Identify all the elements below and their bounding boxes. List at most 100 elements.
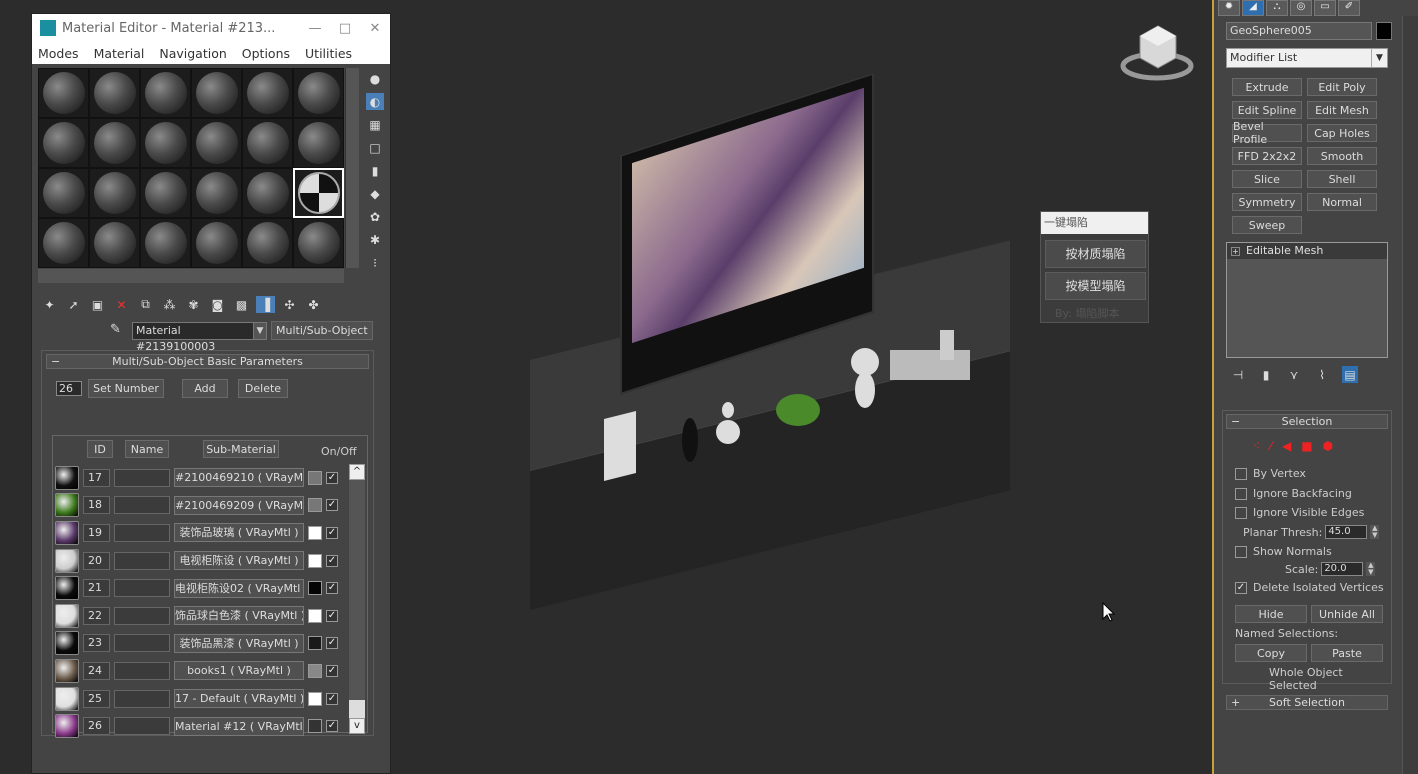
- sample-slot[interactable]: [89, 168, 140, 218]
- sample-slot[interactable]: [242, 118, 293, 168]
- sub-material-id-field[interactable]: 23: [83, 634, 110, 653]
- sample-vertical-scrollbar[interactable]: [345, 68, 359, 268]
- sub-material-id-field[interactable]: 25: [83, 689, 110, 708]
- edge-level-icon[interactable]: ⁄: [1270, 439, 1272, 453]
- sub-material-name-field[interactable]: [114, 606, 170, 625]
- sample-slot[interactable]: [89, 68, 140, 118]
- put-to-library-icon[interactable]: ✾: [184, 296, 203, 313]
- modifier-list-dropdown[interactable]: Modifier List ▼: [1226, 48, 1388, 68]
- sample-slot[interactable]: [38, 168, 89, 218]
- sample-slot[interactable]: [293, 218, 344, 268]
- sub-material-name-field[interactable]: [114, 523, 170, 542]
- utilities-tab-icon[interactable]: ✐: [1338, 0, 1360, 16]
- sub-material-swatch[interactable]: [55, 658, 79, 683]
- chevron-down-icon[interactable]: ▼: [253, 321, 267, 340]
- collapse-by-material-button[interactable]: 按材质塌陷: [1045, 240, 1146, 268]
- sample-slot[interactable]: [38, 118, 89, 168]
- modifier-button-extrude[interactable]: Extrude: [1232, 78, 1302, 96]
- sub-material-name-field[interactable]: [114, 496, 170, 515]
- sub-material-name-field[interactable]: [114, 579, 170, 598]
- sub-material-on-checkbox[interactable]: ✓: [326, 609, 338, 622]
- normal-scale-field[interactable]: 20.0: [1321, 562, 1364, 576]
- sample-slot[interactable]: [140, 118, 191, 168]
- sub-material-name-field[interactable]: [114, 661, 170, 680]
- show-end-result-icon[interactable]: ▮: [1258, 366, 1274, 383]
- face-level-icon[interactable]: ◀: [1282, 439, 1291, 453]
- modify-tab-icon[interactable]: ◢: [1242, 0, 1264, 16]
- modifier-button-edit-mesh[interactable]: Edit Mesh: [1307, 101, 1377, 119]
- polygon-level-icon[interactable]: ■: [1301, 439, 1312, 453]
- backlight-icon[interactable]: ◐: [366, 93, 384, 110]
- sub-material-button[interactable]: Material #12 ( VRayMtl ): [174, 716, 304, 736]
- sub-material-color-swatch[interactable]: [308, 470, 322, 485]
- make-unique-icon[interactable]: ⁂: [160, 296, 179, 313]
- sub-material-name-field[interactable]: [114, 717, 170, 736]
- make-unique-icon[interactable]: ⋎: [1286, 366, 1302, 383]
- modifier-button-bevel-profile[interactable]: Bevel Profile: [1232, 120, 1302, 146]
- modifier-stack[interactable]: + Editable Mesh: [1226, 242, 1388, 358]
- pin-stack-icon[interactable]: ⊣: [1230, 366, 1246, 383]
- menu-utilities[interactable]: Utilities: [305, 46, 352, 61]
- menu-navigation[interactable]: Navigation: [159, 46, 226, 61]
- ignore-backfacing-row[interactable]: Ignore Backfacing: [1235, 487, 1352, 500]
- remove-modifier-icon[interactable]: ⌇: [1314, 366, 1330, 383]
- show-end-result-icon[interactable]: ▐: [256, 296, 275, 313]
- sub-material-color-swatch[interactable]: [308, 581, 322, 596]
- sub-material-on-checkbox[interactable]: ✓: [326, 471, 338, 484]
- eyedropper-icon[interactable]: ✎: [110, 322, 128, 340]
- table-scrollbar[interactable]: ^ v: [349, 464, 365, 734]
- delete-isolated-row[interactable]: ✓ Delete Isolated Vertices: [1235, 581, 1384, 594]
- sub-material-on-checkbox[interactable]: ✓: [326, 582, 338, 595]
- get-material-icon[interactable]: ✦: [40, 296, 59, 313]
- sample-slot[interactable]: [242, 168, 293, 218]
- make-copy-icon[interactable]: ⧉: [136, 296, 155, 313]
- sub-material-swatch[interactable]: [55, 631, 79, 656]
- uv-tiling-icon[interactable]: □: [366, 139, 384, 156]
- sub-material-color-swatch[interactable]: [308, 525, 322, 540]
- reset-map-icon[interactable]: ✕: [112, 296, 131, 313]
- sub-material-button[interactable]: 装饰品黑漆 ( VRayMtl ): [174, 633, 304, 653]
- select-by-material-icon[interactable]: ✱: [366, 231, 384, 248]
- create-tab-icon[interactable]: ✹: [1218, 0, 1240, 16]
- go-to-parent-icon[interactable]: ✣: [280, 296, 299, 313]
- modifier-button-smooth[interactable]: Smooth: [1307, 147, 1377, 165]
- sub-material-id-field[interactable]: 19: [83, 523, 110, 542]
- menu-options[interactable]: Options: [242, 46, 290, 61]
- display-tab-icon[interactable]: ▭: [1314, 0, 1336, 16]
- normal-scale-spinner[interactable]: ▲ ▼: [1366, 562, 1376, 576]
- sub-material-id-field[interactable]: 20: [83, 551, 110, 570]
- sub-material-button[interactable]: #2100469209 ( VRayMtl ): [174, 495, 304, 515]
- sample-slot[interactable]: [191, 168, 242, 218]
- sub-material-on-checkbox[interactable]: ✓: [326, 554, 338, 567]
- scroll-up-arrow[interactable]: ^: [349, 464, 365, 480]
- title-bar[interactable]: Material Editor - Material #213... — □ ✕: [32, 14, 390, 42]
- sub-material-id-field[interactable]: 24: [83, 661, 110, 680]
- ignore-visible-edges-row[interactable]: Ignore Visible Edges: [1235, 506, 1364, 519]
- sub-material-name-field[interactable]: [114, 689, 170, 708]
- sample-slot[interactable]: [293, 68, 344, 118]
- sub-material-color-swatch[interactable]: [308, 691, 322, 706]
- sample-slot[interactable]: [191, 68, 242, 118]
- sub-material-swatch[interactable]: [55, 686, 79, 711]
- hierarchy-tab-icon[interactable]: ⛬: [1266, 0, 1288, 16]
- sort-by-id-button[interactable]: ID: [87, 440, 113, 458]
- sub-material-on-checkbox[interactable]: ✓: [326, 499, 338, 512]
- modifier-button-slice[interactable]: Slice: [1232, 170, 1302, 188]
- menu-material[interactable]: Material: [94, 46, 145, 61]
- number-of-materials-field[interactable]: 26: [56, 381, 82, 396]
- modifier-button-edit-poly[interactable]: Edit Poly: [1307, 78, 1377, 96]
- planar-thresh-field[interactable]: 45.0: [1325, 525, 1368, 539]
- sort-by-name-button[interactable]: Name: [125, 440, 169, 458]
- ignore-backfacing-checkbox[interactable]: [1235, 487, 1247, 500]
- minimize-button[interactable]: —: [300, 21, 330, 36]
- sample-slot[interactable]: [89, 218, 140, 268]
- sub-material-swatch[interactable]: [55, 548, 79, 573]
- sub-material-color-swatch[interactable]: [308, 663, 322, 678]
- sub-material-swatch[interactable]: [55, 603, 79, 628]
- sample-slot[interactable]: [242, 218, 293, 268]
- assign-to-selection-icon[interactable]: ▣: [88, 296, 107, 313]
- sub-material-id-field[interactable]: 18: [83, 496, 110, 515]
- sample-slot[interactable]: [38, 218, 89, 268]
- options-icon[interactable]: ✿: [366, 208, 384, 225]
- sub-material-id-field[interactable]: 17: [83, 468, 110, 487]
